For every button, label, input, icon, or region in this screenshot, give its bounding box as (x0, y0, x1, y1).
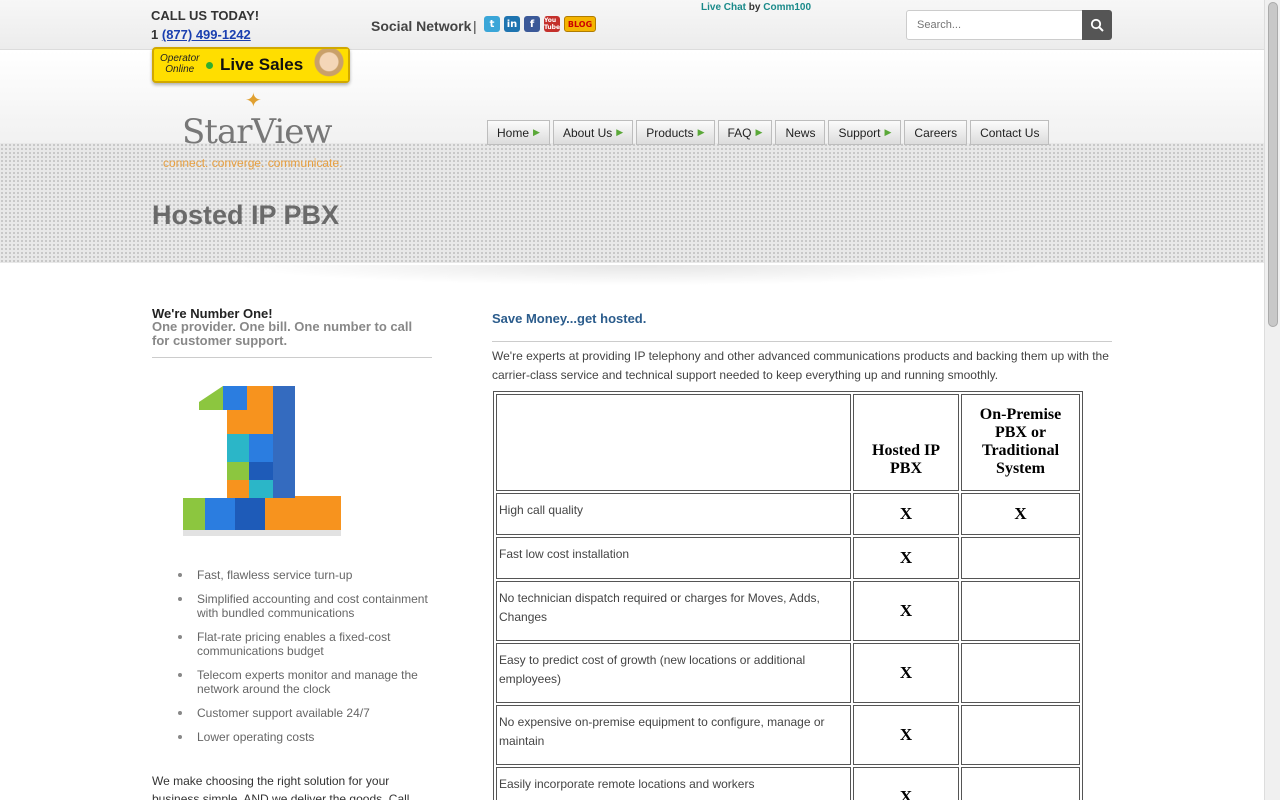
operator-line-1: Operator (160, 53, 200, 64)
table-row: No technician dispatch required or charg… (496, 581, 1080, 641)
nav-contact-us-label: Contact Us (980, 125, 1040, 140)
arrow-right-icon: ▶ (533, 127, 540, 137)
list-item: Customer support available 24/7 (178, 706, 438, 720)
table-cell-feature: Easy to predict cost of growth (new loca… (496, 643, 851, 703)
table-cell-feature: Fast low cost installation (496, 537, 851, 579)
phone-link[interactable]: (877) 499-1242 (162, 27, 251, 42)
page-title: Hosted IP PBX (152, 200, 340, 230)
table-header-row: Hosted IP PBX On-Premise PBX or Traditio… (496, 394, 1080, 491)
nav-products[interactable]: Products ▶ (636, 120, 715, 145)
social-network-label: Social Network (371, 18, 472, 34)
scrollbar-thumb[interactable] (1268, 2, 1278, 327)
left-paragraph: We make choosing the right solution for … (152, 774, 410, 800)
table-header-blank (496, 394, 851, 491)
table-cell-hosted: X (853, 581, 959, 641)
list-item: Simplified accounting and cost containme… (178, 592, 438, 620)
social-separator: | (473, 18, 477, 34)
arrow-right-icon: ▶ (755, 127, 763, 137)
search-icon (1090, 18, 1104, 32)
table-cell-onpremise (961, 705, 1080, 765)
nav-news[interactable]: News (775, 120, 826, 145)
nav-home-label: Home (497, 125, 530, 140)
logo[interactable]: StarView (182, 112, 333, 152)
nav-products-label: Products (646, 125, 694, 140)
search-input[interactable] (906, 10, 1084, 40)
table-row: Fast low cost installation X (496, 537, 1080, 579)
number-one-puzzle-image (183, 386, 341, 536)
table-cell-feature: Easily incorporate remote locations and … (496, 767, 851, 800)
list-item: Telecom experts monitor and manage the n… (178, 668, 438, 696)
nav-home[interactable]: Home ▶ (487, 120, 550, 145)
table-cell-hosted: X (853, 493, 959, 535)
phone-line: 1 (877) 499-1242 (151, 27, 251, 42)
table-header-hosted: Hosted IP PBX (853, 394, 959, 491)
table-cell-hosted: X (853, 537, 959, 579)
table-cell-feature: High call quality (496, 493, 851, 535)
live-sales-button[interactable]: Operator Online Live Sales (152, 47, 350, 83)
left-subheading: One provider. One bill. One number to ca… (152, 319, 413, 348)
table-cell-onpremise (961, 581, 1080, 641)
right-divider (492, 341, 1112, 342)
table-cell-onpremise (961, 643, 1080, 703)
linkedin-icon[interactable]: in (504, 16, 520, 32)
table-cell-onpremise (961, 767, 1080, 800)
table-cell-feature: No technician dispatch required or charg… (496, 581, 851, 641)
table-header-onpremise: On-Premise PBX or Traditional System (961, 394, 1080, 491)
nav-careers[interactable]: Careers (904, 120, 968, 145)
live-chat-vendor: Comm100 (763, 2, 812, 13)
nav-contact-us[interactable]: Contact Us (970, 120, 1050, 145)
call-us-today-label: CALL US TODAY! (151, 8, 260, 23)
table-cell-onpremise (961, 537, 1080, 579)
arrow-right-icon: ▶ (697, 127, 705, 137)
intro-paragraph: We're experts at providing IP telephony … (492, 349, 1109, 382)
nav-careers-label: Careers (914, 125, 958, 140)
section-title: Save Money...get hosted. (492, 311, 647, 326)
operator-line-2: Online (165, 64, 195, 75)
phone-prefix: 1 (151, 27, 159, 42)
benefits-list: Fast, flawless service turn-up Simplifie… (178, 568, 438, 754)
table-row: No expensive on-premise equipment to con… (496, 705, 1080, 765)
operator-avatar (310, 49, 348, 81)
nav-support[interactable]: Support ▶ (828, 120, 902, 145)
facebook-icon[interactable]: f (524, 16, 540, 32)
live-chat-label: Live Chat (701, 2, 747, 13)
divider-shadow (200, 265, 1080, 287)
nav-about-us[interactable]: About Us ▶ (552, 120, 634, 145)
youtube-icon[interactable]: You Tube (544, 16, 560, 32)
table-cell-hosted: X (853, 643, 959, 703)
search-button[interactable] (1082, 10, 1112, 40)
table-row: Easily incorporate remote locations and … (496, 767, 1080, 800)
nav-faq-label: FAQ (727, 125, 752, 140)
table-cell-feature: No expensive on-premise equipment to con… (496, 705, 851, 765)
nav-support-label: Support (838, 125, 881, 140)
list-item: Lower operating costs (178, 730, 438, 744)
online-status-icon (206, 62, 213, 69)
social-icons: t in f You Tube BLOG (484, 16, 596, 32)
logo-tagline: connect. converge. communicate. (163, 156, 343, 170)
table-cell-hosted: X (853, 767, 959, 800)
blog-icon[interactable]: BLOG (564, 16, 596, 32)
live-chat-by: by (748, 2, 761, 13)
list-item: Fast, flawless service turn-up (178, 568, 438, 582)
table-row: High call quality X X (496, 493, 1080, 535)
list-item: Flat-rate pricing enables a fixed-cost c… (178, 630, 438, 658)
live-sales-label: Live Sales (220, 55, 304, 74)
arrow-right-icon: ▶ (884, 127, 892, 137)
table-cell-hosted: X (853, 705, 959, 765)
main-nav: Home ▶ About Us ▶ Products ▶ FAQ ▶ News Supp… (487, 120, 1050, 145)
live-chat-link[interactable]: Live Chat by Comm100 (701, 2, 811, 13)
nav-news-label: News (785, 125, 816, 140)
table-cell-onpremise: X (961, 493, 1080, 535)
table-row: Easy to predict cost of growth (new loca… (496, 643, 1080, 703)
vertical-scrollbar[interactable] (1264, 0, 1280, 800)
logo-star-icon: ✦ (245, 90, 262, 112)
twitter-icon[interactable]: t (484, 16, 500, 32)
arrow-right-icon: ▶ (616, 127, 624, 137)
nav-about-us-label: About Us (562, 125, 613, 140)
operator-online-label: Operator Online (160, 53, 199, 75)
left-divider (152, 357, 432, 358)
comparison-table: Hosted IP PBX On-Premise PBX or Traditio… (493, 391, 1083, 800)
nav-faq[interactable]: FAQ ▶ (717, 120, 773, 145)
